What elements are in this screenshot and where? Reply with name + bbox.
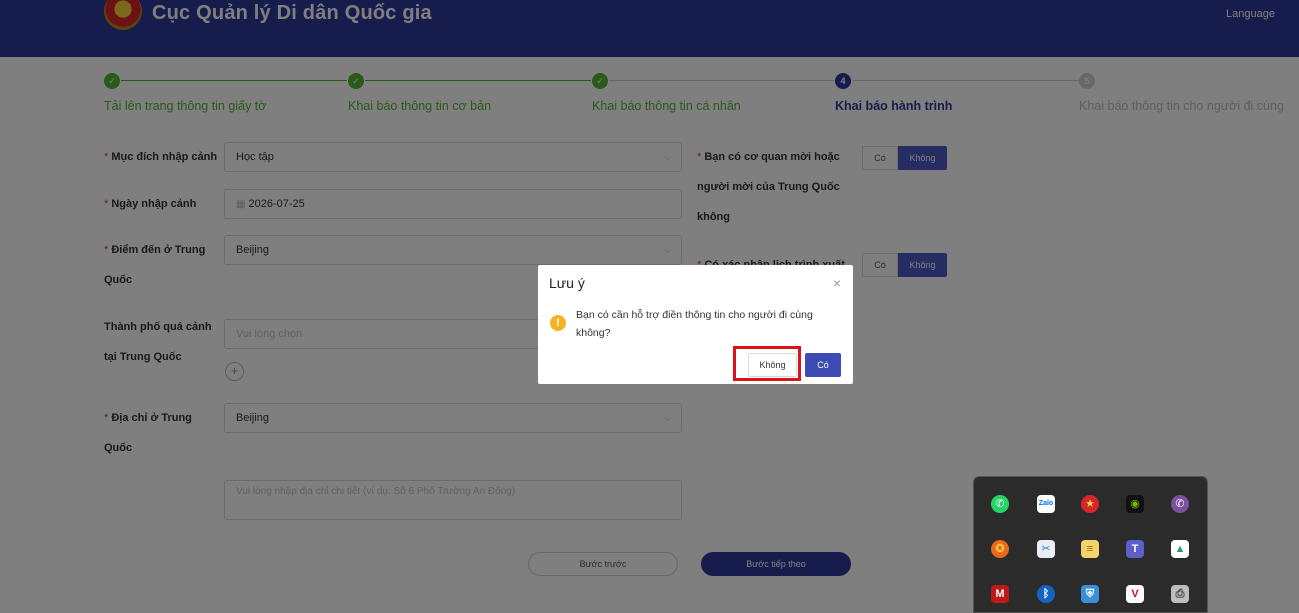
warning-icon: !: [550, 315, 566, 331]
bluetooth-icon[interactable]: ᛒ: [1037, 585, 1055, 603]
google-drive-icon[interactable]: ▲: [1171, 540, 1189, 558]
dialog-yes-button[interactable]: Có: [805, 353, 841, 377]
emblem-icon[interactable]: ★: [1081, 495, 1099, 513]
close-icon[interactable]: ×: [833, 275, 841, 291]
system-tray-overflow: ✆ Zalo ★ ◉ ✆ ✪ ✂ ≡ T ▲ M ᛒ ⛨ V ⎙: [973, 476, 1208, 613]
dialog-message: Bạn có cần hỗ trợ điền thông tin cho ngư…: [576, 309, 813, 339]
notes-icon[interactable]: ≡: [1081, 540, 1099, 558]
app-orange-icon[interactable]: ✪: [991, 540, 1009, 558]
snip-icon[interactable]: ✂: [1037, 540, 1055, 558]
dialog-title: Lưu ý: [549, 275, 585, 291]
defender-icon[interactable]: ⛨: [1081, 585, 1099, 603]
zalo-icon[interactable]: Zalo: [1037, 495, 1055, 513]
teams-icon[interactable]: T: [1126, 540, 1144, 558]
whatsapp-icon[interactable]: ✆: [991, 495, 1009, 513]
notice-dialog: Lưu ý × ! Bạn có cần hỗ trợ điền thông t…: [538, 265, 853, 384]
viber-icon[interactable]: ✆: [1171, 495, 1189, 513]
highlight-box: [733, 346, 801, 381]
printer-icon[interactable]: ⎙: [1171, 585, 1189, 603]
nvidia-icon[interactable]: ◉: [1126, 495, 1144, 513]
vivaldi-icon[interactable]: V: [1126, 585, 1144, 603]
mcafee-icon[interactable]: M: [991, 585, 1009, 603]
